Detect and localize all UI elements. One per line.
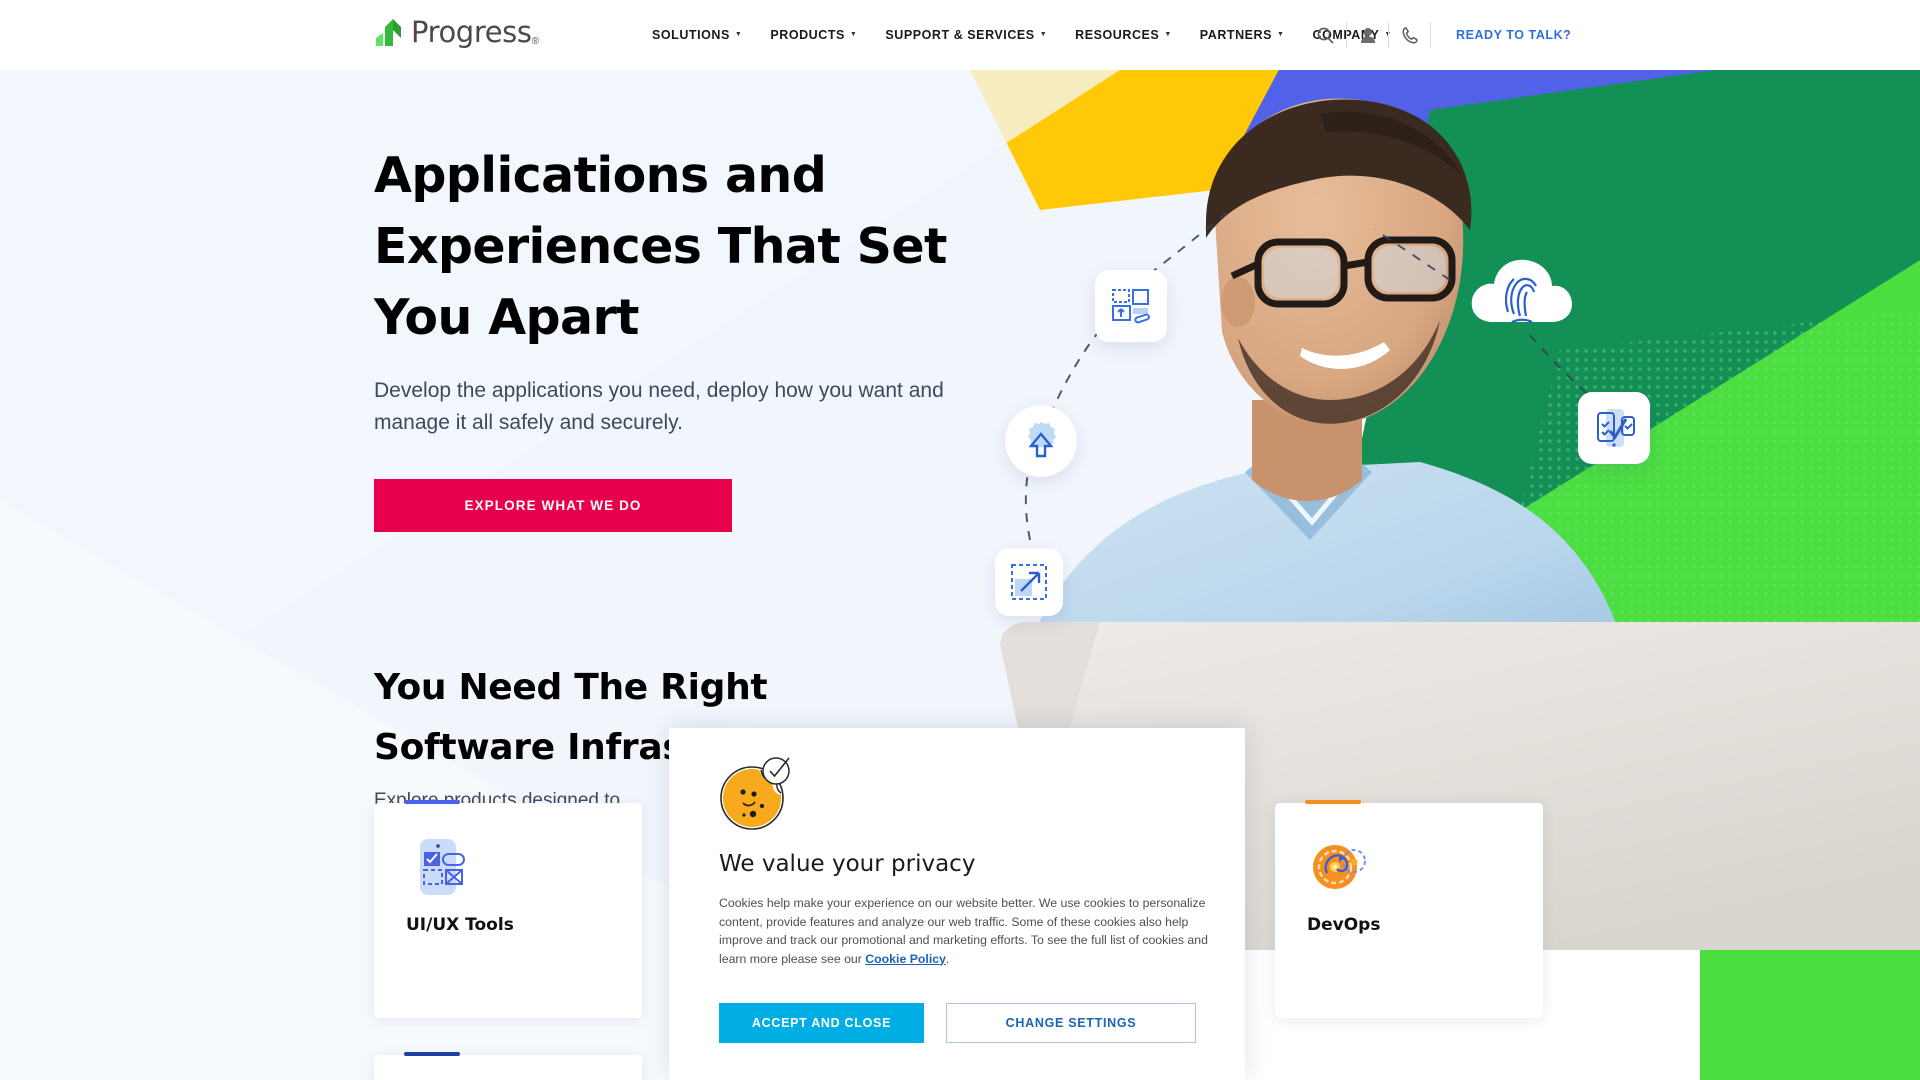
nav-item-products[interactable]: PRODUCTS ▼ <box>756 0 871 70</box>
divider <box>1430 22 1431 48</box>
search-icon[interactable] <box>1305 0 1346 70</box>
change-settings-button[interactable]: CHANGE SETTINGS <box>946 1003 1196 1043</box>
cloud-deploy-gear-icon <box>1005 405 1077 477</box>
explore-what-we-do-button[interactable]: EXPLORE WHAT WE DO <box>374 479 732 532</box>
cookie-policy-link[interactable]: Cookie Policy <box>865 952 946 966</box>
chevron-down-icon: ▼ <box>734 30 743 38</box>
progress-logo-text: Progress <box>411 15 532 49</box>
chevron-down-icon: ▼ <box>1039 30 1048 38</box>
section-title-line1: You Need The Right <box>374 667 768 708</box>
header-utility-icons: READY TO TALK? <box>1305 0 1571 70</box>
progress-logo[interactable]: Progress ® <box>374 17 539 47</box>
device-checklist-icon <box>1578 392 1650 464</box>
nav-label: SOLUTIONS <box>652 28 730 42</box>
chevron-down-icon: ▼ <box>849 30 858 38</box>
nav-label: RESOURCES <box>1075 28 1160 42</box>
wireframe-icon <box>406 835 470 899</box>
devops-cycle-icon <box>1307 835 1371 899</box>
progress-logo-icon <box>374 17 404 47</box>
hero-lede-line1: Develop the applications you need, deplo… <box>374 379 813 402</box>
cookie-body-period: . <box>945 951 950 966</box>
nav-item-resources[interactable]: RESOURCES ▼ <box>1061 0 1186 70</box>
ready-to-talk-link[interactable]: READY TO TALK? <box>1456 28 1571 42</box>
nav-item-partners[interactable]: PARTNERS ▼ <box>1186 0 1299 70</box>
product-card-ui-ux-tools[interactable]: UI/UX Tools <box>374 800 642 1018</box>
card-title: UI/UX Tools <box>406 915 514 935</box>
cookie-consent-dialog: We value your privacy Cookies help make … <box>669 728 1245 1080</box>
fingerprint-cloud-icon <box>1468 252 1576 334</box>
hero-subtitle: Develop the applications you need, deplo… <box>374 375 974 439</box>
chevron-down-icon: ▼ <box>1277 30 1285 38</box>
account-icon[interactable] <box>1347 0 1388 70</box>
card-title: DevOps <box>1307 915 1381 935</box>
chevron-down-icon: ▼ <box>1164 30 1172 38</box>
nav-item-solutions[interactable]: SOLUTIONS ▼ <box>638 0 756 70</box>
nav-label: PRODUCTS <box>770 28 845 42</box>
design-layout-icon <box>1095 270 1167 342</box>
hero-title-line1: Applications and <box>374 147 827 204</box>
cookie-icon <box>719 756 805 834</box>
hero-copy: Applications and Experiences That Set Yo… <box>374 140 1014 532</box>
card-accent-bar <box>404 1052 460 1056</box>
hero-title-line2: Experiences That Set <box>374 218 947 275</box>
expand-arrow-icon <box>995 548 1063 616</box>
card-accent-bar <box>404 800 460 804</box>
accept-and-close-button[interactable]: ACCEPT AND CLOSE <box>719 1003 924 1043</box>
nav-label: SUPPORT & SERVICES <box>885 28 1035 42</box>
card-accent-bar <box>1305 800 1361 804</box>
registered-mark: ® <box>531 36 539 47</box>
cookie-dialog-title: We value your privacy <box>719 851 976 877</box>
nav-item-support-services[interactable]: SUPPORT & SERVICES ▼ <box>871 0 1061 70</box>
phone-icon[interactable] <box>1389 0 1430 70</box>
nav-label: PARTNERS <box>1199 28 1273 42</box>
product-card-partial[interactable] <box>374 1052 642 1080</box>
product-card-devops[interactable]: DevOps <box>1275 800 1543 1018</box>
cookie-dialog-body: Cookies help make your experience on our… <box>719 894 1209 968</box>
main-navigation: SOLUTIONS ▼ PRODUCTS ▼ SUPPORT & SERVICE… <box>638 0 1406 70</box>
page-title: Applications and Experiences That Set Yo… <box>374 140 1014 353</box>
site-header: Progress ® SOLUTIONS ▼ PRODUCTS ▼ SUPPOR… <box>0 0 1920 70</box>
hero-title-line3: You Apart <box>374 289 639 346</box>
cookie-body-text: Cookies help make your experience on our… <box>719 896 1208 966</box>
